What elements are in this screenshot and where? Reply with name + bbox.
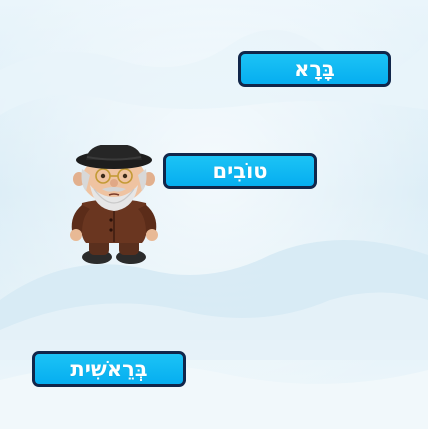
word-button-bereshit[interactable]: בְּרֵאשִׁית xyxy=(32,351,186,387)
word-button-tovim[interactable]: טוֹבִים xyxy=(163,153,317,189)
word-button-bara[interactable]: בָּרָא xyxy=(238,51,391,87)
game-scene: בָּרָא טוֹבִים בְּרֵאשִׁית xyxy=(0,0,428,429)
rabbi-character-icon[interactable] xyxy=(64,145,164,267)
